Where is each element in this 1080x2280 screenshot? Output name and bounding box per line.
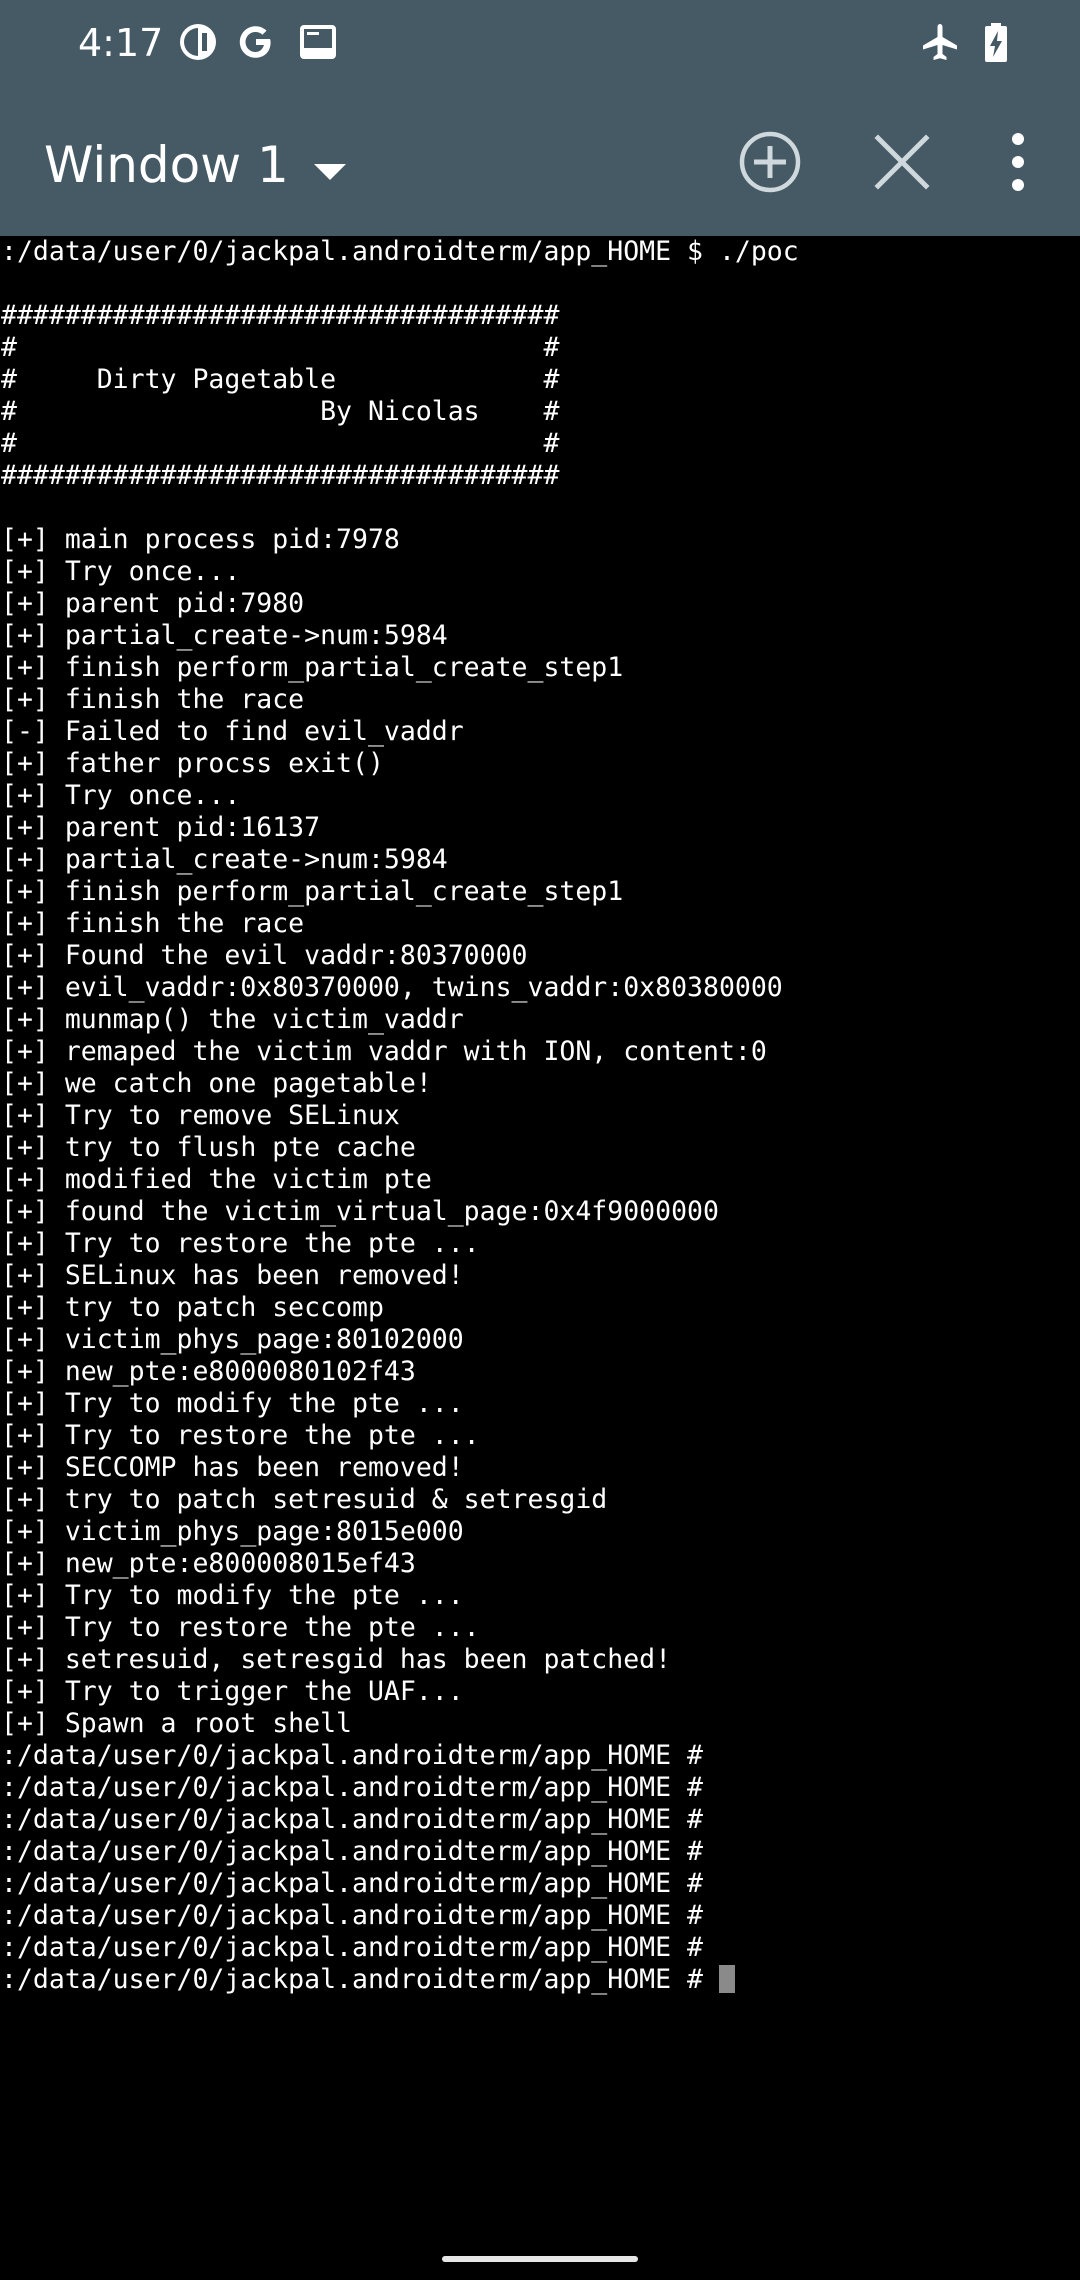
gesture-navigation-handle[interactable] xyxy=(442,2256,638,2262)
terminal-line: [-] Failed to find evil_vaddr xyxy=(1,716,464,747)
airplane-mode-icon xyxy=(923,24,957,60)
terminal-line: :/data/user/0/jackpal.androidterm/app_HO… xyxy=(1,1932,703,1963)
terminal-line: # Dirty Pagetable # xyxy=(1,364,560,395)
terminal-line: :/data/user/0/jackpal.androidterm/app_HO… xyxy=(1,1740,703,1771)
terminal-line: [+] try to flush pte cache xyxy=(1,1132,416,1163)
app-bar: Window 1 xyxy=(0,88,1080,236)
terminal-line: # # xyxy=(1,428,560,459)
terminal-line: :/data/user/0/jackpal.androidterm/app_HO… xyxy=(1,1900,703,1931)
terminal-line: [+] finish perform_partial_create_step1 xyxy=(1,876,624,907)
google-icon xyxy=(239,26,271,58)
terminal-line: [+] Try to trigger the UAF... xyxy=(1,1676,464,1707)
terminal-line: [+] finish the race xyxy=(1,684,305,715)
terminal-line: [+] Try to restore the pte ... xyxy=(1,1612,480,1643)
terminal-line: [+] evil_vaddr:0x80370000, twins_vaddr:0… xyxy=(1,972,783,1003)
terminal-line: [+] setresuid, setresgid has been patche… xyxy=(1,1644,672,1675)
terminal-line: [+] we catch one pagetable! xyxy=(1,1068,432,1099)
terminal-line: :/data/user/0/jackpal.androidterm/app_HO… xyxy=(1,236,799,267)
terminal-line: [+] parent pid:7980 xyxy=(1,588,305,619)
terminal-line: [+] partial_create->num:5984 xyxy=(1,844,448,875)
battery-charging-icon xyxy=(985,23,1007,62)
terminal-line: # By Nicolas # xyxy=(1,396,560,427)
status-time: 4:17 xyxy=(78,21,164,65)
terminal-line: [+] Found the evil vaddr:80370000 xyxy=(1,940,528,971)
terminal-line: :/data/user/0/jackpal.androidterm/app_HO… xyxy=(1,1804,703,1835)
terminal-notification-icon xyxy=(300,25,336,59)
terminal-line: :/data/user/0/jackpal.androidterm/app_HO… xyxy=(1,1772,703,1803)
terminal-line: [+] SECCOMP has been removed! xyxy=(1,1452,464,1483)
window-title[interactable]: Window 1 xyxy=(44,132,289,198)
terminal-line: [+] Try to remove SELinux xyxy=(1,1100,400,1131)
terminal-cursor xyxy=(718,1965,735,1993)
terminal-line: [+] victim_phys_page:80102000 xyxy=(1,1324,464,1355)
terminal-line: [+] finish the race xyxy=(1,908,305,939)
terminal-prompt-line[interactable]: :/data/user/0/jackpal.androidterm/app_HO… xyxy=(0,1964,1080,1996)
terminal-line: [+] Try to modify the pte ... xyxy=(1,1388,464,1419)
terminal-line: [+] parent pid:16137 xyxy=(1,812,321,843)
terminal-line: [+] Spawn a root shell xyxy=(1,1708,352,1739)
status-bar: 4:17 xyxy=(0,0,1080,88)
vpn-key-icon xyxy=(180,24,216,60)
terminal-line: :/data/user/0/jackpal.androidterm/app_HO… xyxy=(1,1836,703,1867)
terminal-lines: :/data/user/0/jackpal.androidterm/app_HO… xyxy=(0,236,1080,1964)
terminal-line: [+] try to patch seccomp xyxy=(1,1292,384,1323)
terminal-line: [+] father procss exit() xyxy=(1,748,384,779)
terminal-line: [+] main process pid:7978 xyxy=(1,524,400,555)
terminal-line: [+] found the victim_virtual_page:0x4f90… xyxy=(1,1196,719,1227)
terminal-line: [+] modified the victim pte xyxy=(1,1164,432,1195)
terminal-line: ################################### xyxy=(1,300,560,331)
terminal-line: # # xyxy=(1,332,560,363)
terminal-line: [+] remaped the victim vaddr with ION, c… xyxy=(1,1036,767,1067)
terminal-line: [+] partial_create->num:5984 xyxy=(1,620,448,651)
close-window-icon[interactable] xyxy=(862,122,942,202)
terminal-line: [+] munmap() the victim_vaddr xyxy=(1,1004,464,1035)
new-window-icon[interactable] xyxy=(730,122,810,202)
terminal-line: [+] Try once... xyxy=(1,780,241,811)
terminal-line: [+] finish perform_partial_create_step1 xyxy=(1,652,624,683)
terminal-line: [+] Try to restore the pte ... xyxy=(1,1228,480,1259)
terminal-line: [+] Try to modify the pte ... xyxy=(1,1580,464,1611)
terminal-line: :/data/user/0/jackpal.androidterm/app_HO… xyxy=(1,1868,703,1899)
terminal-line: [+] Try once... xyxy=(1,556,241,587)
terminal-line: [+] new_pte:e8000080102f43 xyxy=(1,1356,416,1387)
terminal-line: [+] SELinux has been removed! xyxy=(1,1260,464,1291)
terminal-line: [+] victim_phys_page:8015e000 xyxy=(1,1516,464,1547)
terminal-line: [+] Try to restore the pte ... xyxy=(1,1420,480,1451)
terminal-output[interactable]: :/data/user/0/jackpal.androidterm/app_HO… xyxy=(0,236,1080,2256)
terminal-line: [+] new_pte:e800008015ef43 xyxy=(1,1548,416,1579)
overflow-menu-icon[interactable] xyxy=(978,122,1058,202)
terminal-line: ################################### xyxy=(1,460,560,491)
terminal-prompt: :/data/user/0/jackpal.androidterm/app_HO… xyxy=(1,1964,719,1995)
dropdown-arrow-icon[interactable] xyxy=(300,152,360,192)
terminal-line: [+] try to patch setresuid & setresgid xyxy=(1,1484,608,1515)
